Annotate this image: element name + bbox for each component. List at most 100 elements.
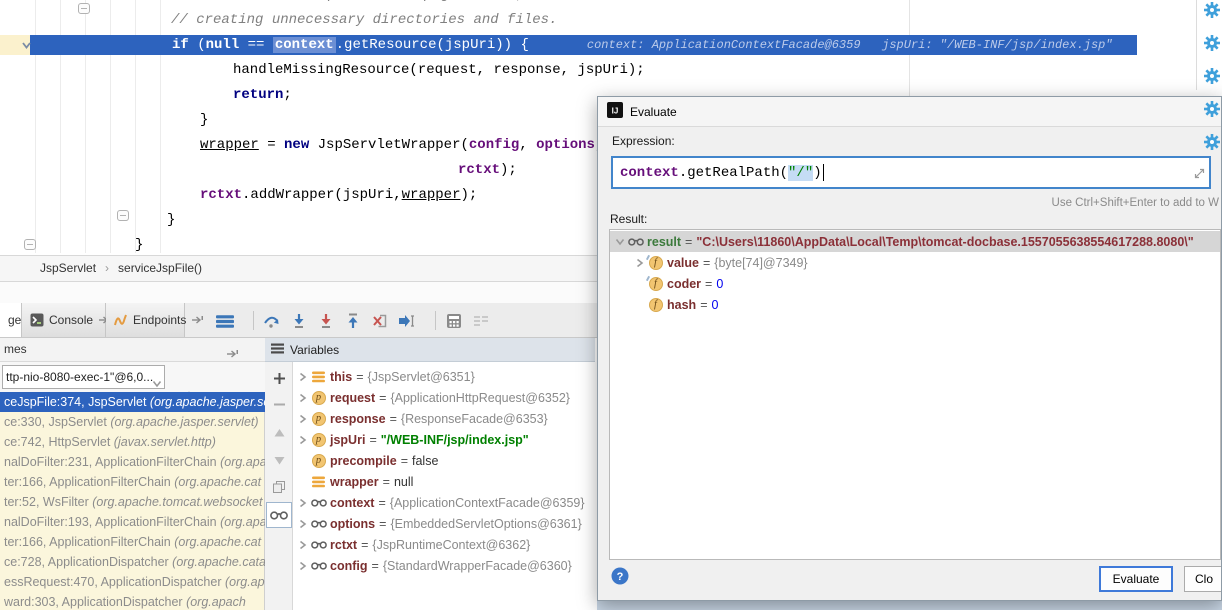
result-row[interactable]: fhash=0 [610,294,1220,315]
code-token: options [536,137,595,153]
chevron-right-icon[interactable] [296,540,309,550]
variable-type-icon-slot: f [646,298,665,312]
fold-marker-icon[interactable] [117,210,129,221]
chevron-right-icon[interactable] [296,561,309,571]
chevron-down-icon[interactable] [613,237,626,246]
result-label: Result: [610,212,647,226]
drop-frame-button[interactable] [367,308,392,333]
tab-endpoints[interactable]: Endpoints [106,303,185,337]
chevron-right-icon[interactable] [633,258,646,268]
chevron-right-icon[interactable] [296,393,309,403]
gear-icon[interactable] [1204,68,1220,84]
stack-frame-row[interactable]: ceJspFile:374, JspServlet (org.apache.ja… [0,392,265,412]
step-out-button[interactable] [340,308,365,333]
stack-frame-row[interactable]: essRequest:470, ApplicationDispatcher (o… [0,572,265,592]
code-line[interactable]: wrapper = new JspServletWrapper(config, … [200,135,603,155]
chevron-right-icon[interactable] [296,414,309,424]
value-icon [312,371,325,383]
view-menu-button[interactable] [212,308,237,333]
step-into-button[interactable] [286,308,311,333]
chevron-right-icon[interactable] [296,498,309,508]
execution-code-line[interactable]: if (null == context.getResource(jspUri))… [172,35,1113,55]
fold-marker-icon[interactable] [24,239,36,250]
frames-panel-header[interactable]: mes [0,338,265,362]
chevron-right-icon[interactable] [296,519,309,529]
code-line[interactable]: } [200,110,208,130]
show-watches-button[interactable] [266,502,292,528]
variable-row[interactable]: presponse={ResponseFacade@6353} [293,408,548,429]
run-to-cursor-button[interactable] [394,308,419,333]
evaluate-expression-button[interactable] [441,308,466,333]
tab-console[interactable]: Console [22,303,106,337]
variables-panel-header[interactable]: Variables [265,338,595,362]
fold-chevron-icon[interactable] [21,37,32,55]
variable-row[interactable]: prequest={ApplicationHttpRequest@6352} [293,387,570,408]
result-row[interactable]: result="C:\Users\11860\AppData\Local\Tem… [610,231,1220,252]
code-line[interactable]: rctxt); [458,160,517,180]
tab-ger[interactable]: ger [0,303,22,337]
variable-row[interactable]: pprecompile=false [293,450,438,471]
stack-frame-row[interactable]: ter:52, WsFilter (org.apache.tomcat.webs… [0,492,265,512]
gear-icon[interactable] [1204,2,1220,18]
code-line[interactable]: // creating unnecessary directories and … [171,10,557,30]
code-token: rctxt [200,187,242,203]
stack-frame-row[interactable]: ter:166, ApplicationFilterChain (org.apa… [0,532,265,552]
step-over-button[interactable] [259,308,284,333]
code-token: new [284,137,309,153]
gear-icon[interactable] [1204,134,1220,150]
add-watch-button[interactable] [265,366,293,390]
chevron-right-icon[interactable] [296,435,309,445]
code-line[interactable]: // Check if the requested JSP page exist… [172,0,600,5]
dialog-title-bar[interactable]: IJ Evaluate [598,97,1221,127]
frame-package: (org.apache.cat [174,535,261,549]
chevron-right-icon[interactable] [296,372,309,382]
variable-row[interactable]: this={JspServlet@6351} [293,366,475,387]
move-up-icon [274,428,285,437]
toolbar-separator [253,311,254,330]
frame-package: (javax.servlet.http) [114,435,216,449]
scrollbar-edge [1196,0,1197,90]
breadcrumb-method[interactable]: serviceJspFile() [118,261,202,275]
code-line[interactable]: handleMissingResource(request, response,… [233,60,645,80]
expression-input[interactable]: context.getRealPath("/") [611,156,1211,189]
tab-label: Endpoints [133,313,186,327]
code-token: return [233,87,283,103]
variable-row[interactable]: pjspUri="/WEB-INF/jsp/index.jsp" [293,429,529,450]
variables-list: this={JspServlet@6351}prequest={Applicat… [293,362,595,610]
equals-sign: = [401,454,408,468]
result-row[interactable]: fvalue={byte[74]@7349} [610,252,1220,273]
code-line[interactable]: } [167,210,175,230]
move-down-button [265,448,293,472]
stack-frame-row[interactable]: nalDoFilter:231, ApplicationFilterChain … [0,452,265,472]
frame-package: (org.apa [220,515,265,529]
variable-row[interactable]: config={StandardWrapperFacade@6360} [293,555,572,576]
code-line[interactable]: rctxt.addWrapper(jspUri,wrapper); [200,185,477,205]
help-icon[interactable]: ? [611,567,629,590]
variable-row[interactable]: options={EmbeddedServletOptions@6361} [293,513,582,534]
stack-frame-row[interactable]: nalDoFilter:193, ApplicationFilterChain … [0,512,265,532]
close-button[interactable]: Clo [1184,566,1222,592]
code-line[interactable]: } [135,235,143,255]
variable-row[interactable]: rctxt={JspRuntimeContext@6362} [293,534,530,555]
variable-row[interactable]: context={ApplicationContextFacade@6359} [293,492,585,513]
code-line[interactable]: return; [233,85,292,105]
variable-row[interactable]: wrapper=null [293,471,413,492]
stack-frame-row[interactable]: ce:728, ApplicationDispatcher (org.apach… [0,552,265,572]
layout-settings-icon [473,313,489,329]
stack-frame-row[interactable]: ce:330, JspServlet (org.apache.jasper.se… [0,412,265,432]
force-step-into-button[interactable] [313,308,338,333]
expand-icon[interactable] [1194,168,1205,184]
thread-dropdown[interactable]: ttp-nio-8080-exec-1"@6,0... [2,365,165,389]
gear-icon[interactable] [1204,35,1220,51]
stack-frame-row[interactable]: ward:303, ApplicationDispatcher (org.apa… [0,592,265,610]
breadcrumb-class[interactable]: JspServlet [40,261,96,275]
gear-icon[interactable] [1204,101,1220,117]
evaluate-button[interactable]: Evaluate [1099,566,1173,592]
fold-marker-icon[interactable] [78,3,90,14]
variables-panel-title: Variables [290,343,339,357]
stack-frame-row[interactable]: ce:742, HttpServlet (javax.servlet.http) [0,432,265,452]
stack-frame-row[interactable]: ter:166, ApplicationFilterChain (org.apa… [0,472,265,492]
step-over-icon [263,313,280,329]
variable-value: "/WEB-INF/jsp/index.jsp" [381,433,529,447]
result-row[interactable]: fcoder=0 [610,273,1220,294]
